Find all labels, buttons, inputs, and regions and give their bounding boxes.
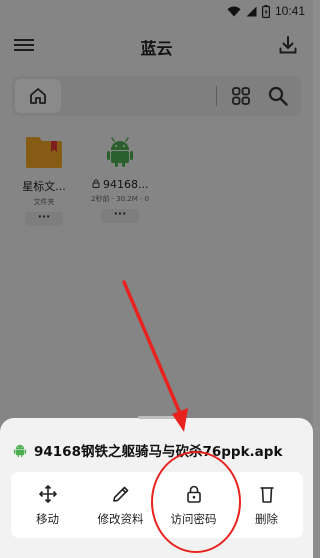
delete-label: 删除 bbox=[255, 511, 278, 526]
sheet-drag-handle[interactable] bbox=[138, 416, 178, 419]
android-icon bbox=[13, 444, 27, 458]
edit-info-label: 修改资料 bbox=[97, 511, 144, 526]
lock-icon bbox=[186, 485, 201, 503]
access-password-label: 访问密码 bbox=[170, 511, 217, 526]
action-row: 移动 修改资料 访问密码 删除 bbox=[11, 472, 303, 538]
delete-button[interactable]: 删除 bbox=[230, 472, 303, 538]
delete-icon bbox=[260, 486, 273, 503]
move-label: 移动 bbox=[36, 511, 59, 526]
bottom-sheet: 94168钢铁之躯骑马与砍杀76ppk.apk 移动 修改资料 访问密码 删除 bbox=[0, 416, 313, 558]
sheet-file-title: 94168钢铁之躯骑马与砍杀76ppk.apk bbox=[12, 440, 282, 460]
sheet-file-name: 94168钢铁之躯骑马与砍杀76ppk.apk bbox=[34, 444, 283, 460]
move-button[interactable]: 移动 bbox=[11, 472, 84, 538]
edit-info-button[interactable]: 修改资料 bbox=[84, 472, 157, 538]
access-password-button[interactable]: 访问密码 bbox=[157, 472, 230, 538]
edit-icon bbox=[112, 486, 128, 502]
move-icon bbox=[38, 484, 57, 503]
